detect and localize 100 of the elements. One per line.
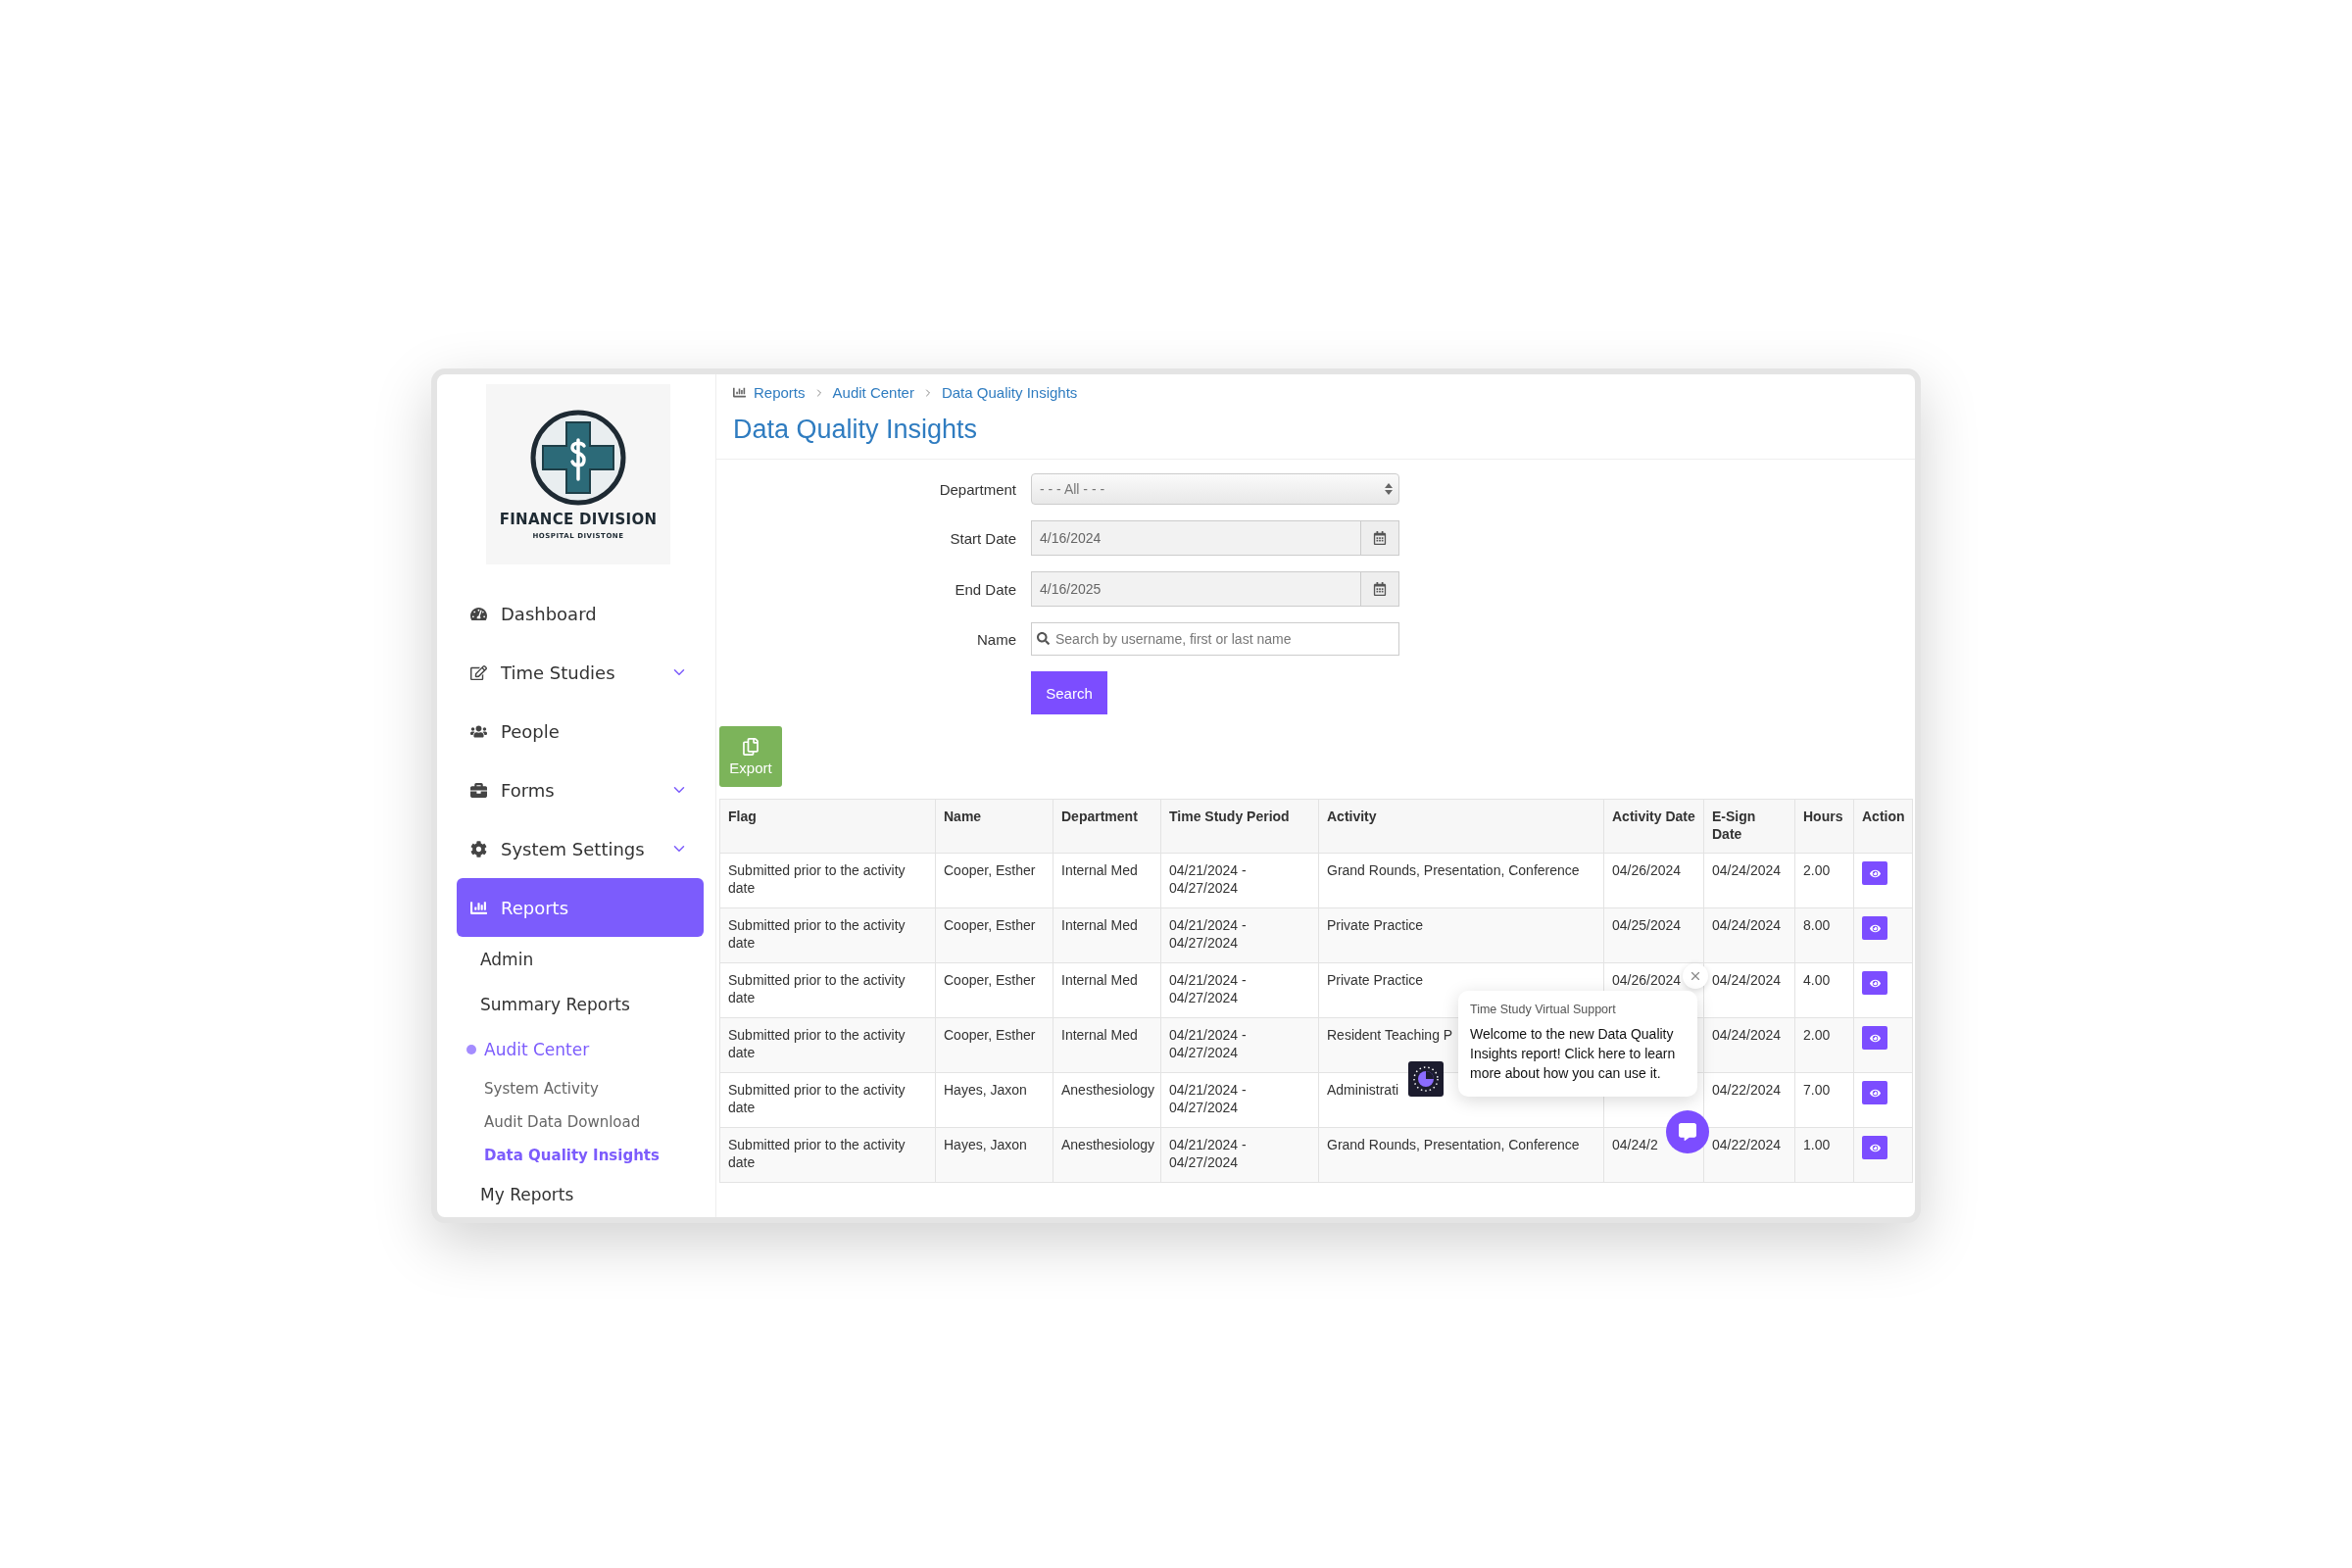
- table-cell: Cooper, Esther: [935, 907, 1054, 963]
- table-cell: 04/21/2024 - 04/27/2024: [1160, 907, 1319, 963]
- eye-icon: [1869, 922, 1881, 934]
- field-label: Name: [976, 630, 1016, 648]
- column-header: E-Sign Date: [1703, 799, 1795, 854]
- column-header: Activity Date: [1603, 799, 1704, 854]
- calendar-icon[interactable]: [1373, 582, 1387, 596]
- search-button[interactable]: Search: [1031, 671, 1107, 714]
- eye-icon: [1869, 1142, 1881, 1153]
- column-header: Time Study Period: [1160, 799, 1319, 854]
- table-cell: 8.00: [1794, 907, 1854, 963]
- table-cell: 2.00: [1794, 1017, 1854, 1073]
- submenu-item[interactable]: Admin: [437, 937, 715, 982]
- table-cell: 7.00: [1794, 1072, 1854, 1128]
- eye-icon: [1869, 1087, 1881, 1099]
- chart-icon: [733, 386, 746, 399]
- submenu-link[interactable]: Data Quality Insights: [437, 1139, 715, 1172]
- eye-icon: [1869, 977, 1881, 989]
- field-label: Start Date: [949, 529, 1016, 547]
- submenu-item[interactable]: Summary Reports: [437, 982, 715, 1027]
- view-button[interactable]: [1862, 971, 1887, 995]
- table-cell: Submitted prior to the activity date: [719, 907, 936, 963]
- view-button[interactable]: [1862, 1026, 1887, 1050]
- nav-icon: [470, 605, 487, 622]
- table-cell: 04/24/2024: [1703, 1017, 1795, 1073]
- sidebar-item[interactable]: Dashboard: [457, 584, 704, 643]
- table-cell: Submitted prior to the activity date: [719, 1127, 936, 1183]
- table-cell: 4.00: [1794, 962, 1854, 1018]
- search-icon: [1037, 632, 1050, 645]
- sidebar-item[interactable]: System Settings: [457, 819, 704, 878]
- eye-icon: [1869, 1032, 1881, 1044]
- table-cell: Submitted prior to the activity date: [719, 1017, 936, 1073]
- table-cell: Internal Med: [1053, 853, 1161, 908]
- sidebar-label: People: [501, 720, 561, 742]
- submenu-item[interactable]: Audit Center: [437, 1027, 715, 1072]
- breadcrumb-link[interactable]: Audit Center: [832, 384, 914, 401]
- date-field[interactable]: 4/16/2024: [1031, 520, 1399, 556]
- dot-icon: [466, 1045, 476, 1054]
- nav-icon: [470, 663, 487, 681]
- view-button[interactable]: [1862, 861, 1887, 885]
- sidebar-item[interactable]: Reports: [457, 878, 704, 937]
- table-cell: Cooper, Esther: [935, 1017, 1054, 1073]
- nav-icon: [470, 840, 487, 858]
- table-cell: Hayes, Jaxon: [935, 1072, 1054, 1128]
- sidebar-label: Forms: [501, 779, 556, 801]
- field-label: Department: [938, 480, 1016, 498]
- table-cell: 04/21/2024 - 04/27/2024: [1160, 1072, 1319, 1128]
- breadcrumb-link[interactable]: Data Quality Insights: [941, 384, 1078, 401]
- support-popup[interactable]: Time Study Virtual Support Welcome to the new Data Quality Insights report! Click here to learn more about how you can use it.: [1458, 991, 1697, 1097]
- table-cell: Submitted prior to the activity date: [719, 1072, 936, 1128]
- field-label: End Date: [954, 580, 1016, 598]
- date-field[interactable]: 4/16/2025: [1031, 571, 1399, 607]
- table-cell: 1.00: [1794, 1127, 1854, 1183]
- sidebar-item[interactable]: Time Studies: [457, 643, 704, 702]
- submenu-label: My Reports: [480, 1185, 574, 1204]
- sidebar-item[interactable]: Forms: [457, 760, 704, 819]
- bot-icon[interactable]: [1408, 1061, 1444, 1097]
- table-cell: Grand Rounds, Presentation, Conference: [1318, 853, 1604, 908]
- sidebar-label: Time Studies: [501, 662, 616, 683]
- breadcrumb-link[interactable]: Reports: [754, 384, 806, 401]
- copy-icon: [742, 737, 760, 756]
- submenu-label: Summary Reports: [480, 995, 630, 1014]
- emblem-icon: [529, 409, 627, 507]
- view-button[interactable]: [1862, 1136, 1887, 1159]
- view-button[interactable]: [1862, 1081, 1887, 1104]
- sidebar-label: Reports: [501, 897, 570, 918]
- table-cell: Hayes, Jaxon: [935, 1127, 1054, 1183]
- view-button[interactable]: [1862, 916, 1887, 940]
- calendar-icon[interactable]: [1373, 531, 1387, 545]
- table-cell: Grand Rounds, Presentation, Conference: [1318, 1127, 1604, 1183]
- search-field[interactable]: Search by username, first or last name: [1031, 622, 1399, 656]
- nav-icon: [470, 899, 487, 916]
- column-header: Action: [1853, 799, 1913, 854]
- column-header: Name: [935, 799, 1054, 854]
- column-header: Flag: [719, 799, 936, 854]
- column-header: Hours: [1794, 799, 1854, 854]
- submenu-item[interactable]: My Reports: [437, 1172, 715, 1217]
- table-cell: Anesthesiology: [1053, 1072, 1161, 1128]
- table-cell: Submitted prior to the activity date: [719, 853, 936, 908]
- table-cell: 04/25/2024: [1603, 907, 1704, 963]
- close-icon: [1689, 969, 1702, 983]
- table-cell: 04/21/2024 - 04/27/2024: [1160, 1127, 1319, 1183]
- submenu-label: Admin: [480, 950, 534, 969]
- column-header: Department: [1053, 799, 1161, 854]
- submenu-link[interactable]: System Activity: [437, 1072, 715, 1105]
- column-header: Activity: [1318, 799, 1604, 854]
- page-title: Data Quality Insights: [733, 415, 979, 445]
- submenu-link[interactable]: Audit Data Download: [437, 1105, 715, 1139]
- table-cell: 04/21/2024 - 04/27/2024: [1160, 1017, 1319, 1073]
- sidebar-label: System Settings: [501, 838, 646, 859]
- table-cell: Cooper, Esther: [935, 853, 1054, 908]
- table-cell: 04/26/2024: [1603, 853, 1704, 908]
- department-select[interactable]: - - - All - - -: [1031, 473, 1399, 505]
- submenu-label: Audit Center: [484, 1040, 590, 1059]
- table-cell: Internal Med: [1053, 962, 1161, 1018]
- table-cell: 04/24/2024: [1703, 907, 1795, 963]
- sidebar-label: Dashboard: [501, 603, 598, 624]
- sidebar-item[interactable]: People: [457, 702, 704, 760]
- table-cell: Submitted prior to the activity date: [719, 962, 936, 1018]
- select-arrows-icon: [1385, 483, 1393, 495]
